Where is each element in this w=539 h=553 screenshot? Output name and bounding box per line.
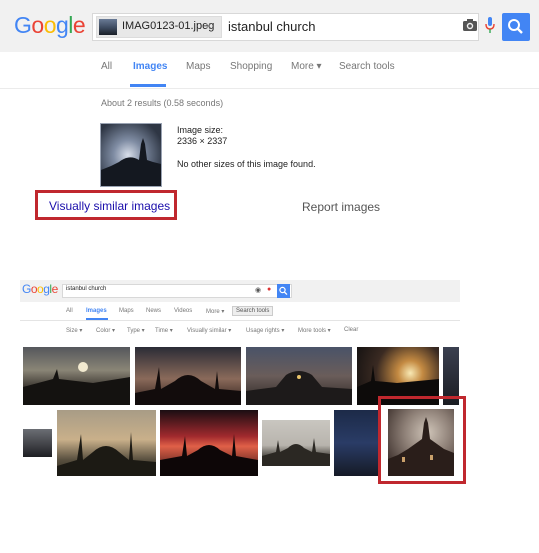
- logo-letter: e: [51, 282, 59, 296]
- camera-icon[interactable]: [462, 18, 478, 32]
- result-image[interactable]: [57, 410, 156, 476]
- image-content: [262, 438, 330, 466]
- tool-visually-similar[interactable]: Visually similar ▾: [187, 327, 231, 334]
- image-content: [246, 371, 352, 405]
- logo-letter: G: [14, 12, 32, 38]
- result-image[interactable]: [262, 420, 330, 466]
- tab-more[interactable]: More ▾: [206, 308, 224, 315]
- logo-letter: o: [43, 12, 57, 38]
- tabs-divider: [20, 320, 460, 321]
- image-content: [135, 367, 241, 405]
- tool-size[interactable]: Size ▾: [66, 327, 82, 334]
- tab-news[interactable]: News: [146, 308, 161, 314]
- tab-images[interactable]: Images: [133, 61, 167, 72]
- highlight-box: [378, 396, 466, 484]
- active-tab-indicator: [130, 84, 166, 87]
- result-image[interactable]: [246, 347, 352, 405]
- search-icon: [508, 19, 523, 34]
- search-tools-button[interactable]: Search tools: [232, 306, 274, 316]
- search-query-text[interactable]: istanbul church: [228, 19, 315, 34]
- mic-icon[interactable]: [485, 17, 495, 33]
- tool-time[interactable]: Time ▾: [155, 327, 173, 334]
- image-content: [23, 362, 130, 405]
- query-image-preview[interactable]: [100, 123, 162, 187]
- church-silhouette-image: [101, 124, 161, 186]
- tab-maps[interactable]: Maps: [186, 61, 210, 72]
- search-icon: [279, 286, 288, 296]
- no-other-sizes-text: No other sizes of this image found.: [177, 159, 316, 169]
- google-logo[interactable]: Google: [14, 12, 86, 39]
- image-size-value: 2336 × 2337: [177, 136, 228, 146]
- tool-more-tools[interactable]: More tools ▾: [298, 327, 331, 334]
- result-image[interactable]: [23, 429, 52, 457]
- tab-videos[interactable]: Videos: [174, 308, 192, 314]
- logo-letter: o: [31, 12, 44, 38]
- result-image[interactable]: [160, 410, 258, 476]
- tab-images[interactable]: Images: [86, 308, 107, 314]
- mic-icon[interactable]: ●: [267, 286, 271, 293]
- tab-shopping[interactable]: Shopping: [230, 61, 272, 72]
- logo-letter: e: [72, 12, 86, 38]
- remove-image-button[interactable]: ×: [205, 19, 212, 33]
- report-images-link[interactable]: Report images: [302, 200, 380, 214]
- tab-maps[interactable]: Maps: [119, 308, 134, 314]
- query-image-filename: IMAG0123-01.jpeg: [122, 20, 215, 32]
- logo-letter: G: [22, 282, 31, 296]
- tab-all[interactable]: All: [66, 308, 73, 314]
- result-stats: About 2 results (0.58 seconds): [101, 98, 224, 108]
- tab-all[interactable]: All: [101, 61, 112, 72]
- google-logo-small[interactable]: Google: [22, 282, 58, 296]
- visually-similar-link[interactable]: Visually similar images: [49, 199, 170, 213]
- result-image[interactable]: [23, 347, 130, 405]
- tool-clear[interactable]: Clear: [344, 327, 358, 333]
- result-image[interactable]: [135, 347, 241, 405]
- logo-letter: g: [55, 12, 69, 38]
- tool-color[interactable]: Color ▾: [96, 327, 115, 334]
- image-content: [160, 434, 258, 476]
- tool-usage-rights[interactable]: Usage rights ▾: [246, 327, 284, 334]
- result-image[interactable]: [334, 410, 379, 476]
- query-image-thumbnail: [99, 19, 117, 35]
- tab-more[interactable]: More ▾: [291, 61, 322, 72]
- tool-type[interactable]: Type ▾: [127, 327, 145, 334]
- image-content: [57, 432, 156, 476]
- tab-search-tools[interactable]: Search tools: [339, 61, 395, 72]
- search-button-small[interactable]: [277, 284, 290, 298]
- search-button[interactable]: [502, 13, 530, 41]
- image-size-label: Image size:: [177, 125, 224, 135]
- camera-icon[interactable]: ◉: [255, 286, 261, 294]
- search-query-text-small[interactable]: istanbul church: [66, 286, 106, 292]
